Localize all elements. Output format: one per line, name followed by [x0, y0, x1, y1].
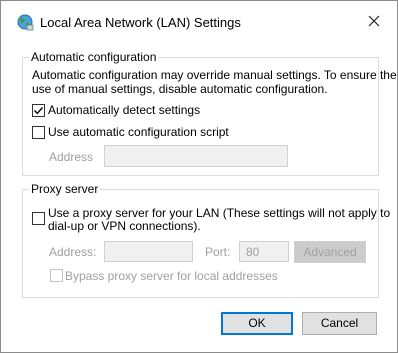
- auto-config-script-label[interactable]: Use automatic configuration script: [48, 125, 229, 139]
- bypass-local-checkbox[interactable]: [50, 269, 63, 282]
- proxy-port-label: Port:: [205, 245, 231, 259]
- proxy-server-legend: Proxy server: [29, 182, 101, 196]
- window-title: Local Area Network (LAN) Settings: [40, 15, 241, 30]
- bypass-local-label[interactable]: Bypass proxy server for local addresses: [65, 269, 278, 283]
- ok-button[interactable]: OK: [221, 312, 293, 335]
- auto-config-script-checkbox[interactable]: [32, 126, 45, 139]
- use-proxy-checkbox[interactable]: [32, 212, 45, 225]
- proxy-address-input[interactable]: [104, 241, 193, 262]
- advanced-button[interactable]: Advanced: [294, 241, 366, 263]
- proxy-port-input[interactable]: 80: [239, 241, 289, 262]
- lan-settings-dialog: Local Area Network (LAN) Settings Automa…: [0, 0, 398, 353]
- script-address-input[interactable]: [104, 145, 288, 167]
- proxy-address-label: Address:: [49, 245, 97, 259]
- globe-network-icon: [17, 14, 34, 31]
- close-button[interactable]: [363, 10, 385, 32]
- auto-detect-checkbox[interactable]: [32, 104, 45, 117]
- use-proxy-label-line1[interactable]: Use a proxy server for your LAN (These s…: [48, 206, 390, 220]
- close-icon: [368, 15, 380, 27]
- auto-config-description-line1: Automatic configuration may override man…: [32, 68, 397, 82]
- script-address-label: Address: [49, 150, 94, 164]
- auto-detect-label[interactable]: Automatically detect settings: [48, 103, 200, 117]
- use-proxy-label-line2[interactable]: dial-up or VPN connections).: [48, 219, 201, 233]
- cancel-button[interactable]: Cancel: [302, 312, 377, 335]
- title-bar: Local Area Network (LAN) Settings: [1, 1, 397, 43]
- checkmark-icon: [34, 107, 44, 115]
- auto-config-description-line2: use of manual settings, disable automati…: [32, 82, 328, 96]
- auto-config-legend: Automatic configuration: [29, 50, 159, 64]
